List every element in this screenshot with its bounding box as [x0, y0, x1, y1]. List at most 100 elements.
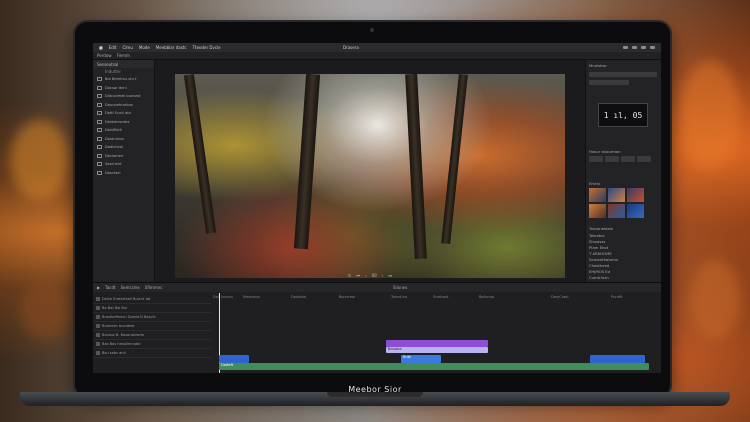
clip-light[interactable]: Banana	[386, 347, 488, 353]
thumbnail[interactable]	[608, 204, 625, 218]
ruler-label: Dolt Ionnus	[213, 295, 233, 299]
background-bokeh	[680, 60, 740, 170]
track-headers: Dsihe Eretarfaeil Bulcnt lat Ba Bal Bol …	[93, 295, 211, 373]
track-header[interactable]: Bsu sabs anil	[93, 349, 211, 358]
panel-tab[interactable]: Indutter	[93, 68, 154, 75]
ruler-label: Srorlcost	[433, 295, 449, 299]
thumbnail[interactable]	[627, 204, 644, 218]
timeline-ruler[interactable]: Dolt Ionnus Mesndcor Dasduiel Bsrckreal …	[211, 293, 656, 301]
ruler-label: Balicmal	[479, 295, 494, 299]
list-item[interactable]: Dalsflitirh	[93, 126, 154, 135]
menu-mode[interactable]: Mode	[139, 45, 150, 50]
wifi-icon[interactable]	[623, 46, 628, 49]
timeline-center-label: Sliones	[393, 285, 408, 290]
folder-icon	[97, 94, 102, 99]
inspector-panel: Mnalstror 1 ıl, 05 Hosur anourmon Emtin …	[585, 60, 661, 282]
folder-icon	[97, 85, 102, 90]
clip-blue-right[interactable]	[590, 355, 645, 363]
skip-forward-icon[interactable]: ⏭	[388, 273, 392, 278]
play-icon[interactable]: ▶	[97, 285, 100, 290]
panel-header: Sesseutsal	[93, 60, 154, 68]
menu-clmu[interactable]: Clmu	[123, 45, 133, 50]
track-header[interactable]: Bas Bas hesolimnatal	[93, 340, 211, 349]
folder-icon	[97, 77, 102, 82]
control-center-icon[interactable]	[650, 46, 655, 49]
preview-image[interactable]	[175, 74, 565, 278]
slider-control[interactable]	[589, 72, 657, 77]
timeline-tool[interactable]: Semcclex	[121, 285, 140, 290]
slider-control[interactable]	[589, 80, 629, 85]
apple-icon[interactable]: ■	[99, 45, 103, 50]
skip-back-icon[interactable]: ⏮	[356, 273, 360, 278]
clip-blue-left[interactable]	[219, 355, 249, 363]
loop-icon[interactable]: ↻	[348, 273, 351, 278]
ruler-label: Mesndcor	[243, 295, 260, 299]
list-item[interactable]: Sascheirt	[93, 160, 154, 169]
ruler-label: Bsrckreal	[339, 295, 356, 299]
track-header[interactable]: Brasfoeflnecn Damle3l Basckl	[93, 313, 211, 322]
grade-button[interactable]	[605, 156, 619, 162]
frame-counter: 00	[371, 272, 377, 278]
params-title: Tronanestain	[589, 226, 614, 231]
list-item[interactable]: Dastrvinss	[93, 135, 154, 144]
timeline-tool[interactable]: Tacdt	[105, 285, 116, 290]
thumbnail[interactable]	[627, 188, 644, 202]
eye-icon[interactable]	[96, 297, 100, 301]
lock-icon[interactable]	[96, 324, 100, 328]
clip-blue-mid[interactable]: Bubl	[401, 355, 441, 363]
list-item[interactable]: Declomerl	[93, 152, 154, 161]
battery-icon[interactable]	[632, 46, 637, 49]
media-section-title: Emtin	[589, 181, 601, 186]
thumbnail[interactable]	[608, 188, 625, 202]
folder-icon	[97, 111, 102, 116]
list-item[interactable]: Deldderscebs	[93, 118, 154, 127]
grade-button[interactable]	[621, 156, 635, 162]
list-item[interactable]: Dadlcheol	[93, 143, 154, 152]
timeline-panel: ▶ Tacdt Semcclex Sfimmec Sliones Dolt Io…	[93, 282, 661, 373]
track-header[interactable]: Ba Bal Bol Bul	[93, 304, 211, 313]
list-item[interactable]: Dettl Sucti ato	[93, 109, 154, 118]
menubar-status	[623, 46, 655, 49]
media-browser-panel: Sesseutsal Indutter Bal Betetrus stu t D…	[93, 60, 155, 282]
tree-trunk	[441, 74, 468, 245]
step-back-icon[interactable]: ‹	[365, 273, 367, 278]
eye-icon[interactable]	[96, 315, 100, 319]
clip-green[interactable]: Dalteft	[219, 363, 649, 370]
ruler-label: Dasduiel	[291, 295, 307, 299]
inspector-header: Mnalstror	[589, 63, 607, 68]
thumbnail[interactable]	[589, 188, 606, 202]
toolbar-fiemm[interactable]: Fiemm	[117, 53, 130, 58]
list-item[interactable]: Dasckerl	[93, 169, 154, 178]
app-toolbar: Perdow Fiemm	[93, 52, 661, 60]
thumbnail[interactable]	[589, 204, 606, 218]
window-title: Drasera	[343, 45, 359, 50]
timeline-tool[interactable]: Sfimmec	[145, 285, 163, 290]
track-header[interactable]: Bautoo B. Basonsblorte	[93, 331, 211, 340]
lock-icon[interactable]	[96, 333, 100, 337]
ruler-label: Pscnflt	[611, 295, 623, 299]
folder-icon	[97, 128, 102, 133]
eye-icon[interactable]	[96, 306, 100, 310]
menu-tteoder[interactable]: Tteoder Dvcle	[193, 45, 221, 50]
preview-viewer: ↻ ⏮ ‹ 00 › ⏭	[155, 60, 585, 282]
tree-trunk	[405, 74, 427, 260]
menu-meebblar[interactable]: Meebblar dastc	[156, 45, 187, 50]
speaker-icon[interactable]	[96, 351, 100, 355]
search-icon[interactable]	[641, 46, 646, 49]
menu-edit[interactable]: Edit	[109, 45, 117, 50]
grade-button[interactable]	[589, 156, 603, 162]
clip-purple[interactable]	[386, 340, 488, 347]
speaker-icon[interactable]	[96, 342, 100, 346]
list-item[interactable]: Dacsor ibrnl	[93, 84, 154, 93]
toolbar-perdow[interactable]: Perdow	[97, 53, 112, 58]
ruler-label: DaryCroal	[551, 295, 569, 299]
folder-icon	[97, 162, 102, 167]
list-item[interactable]: Dauunehrorbus	[93, 101, 154, 110]
grade-button[interactable]	[637, 156, 651, 162]
folder-icon	[97, 119, 102, 124]
list-item[interactable]: Didcudmeli bunsest	[93, 92, 154, 101]
track-header[interactable]: Bustreec bunidest	[93, 322, 211, 331]
list-item[interactable]: Bal Betetrus stu t	[93, 75, 154, 84]
track-header[interactable]: Dsihe Eretarfaeil Bulcnt lat	[93, 295, 211, 304]
step-forward-icon[interactable]: ›	[382, 273, 384, 278]
